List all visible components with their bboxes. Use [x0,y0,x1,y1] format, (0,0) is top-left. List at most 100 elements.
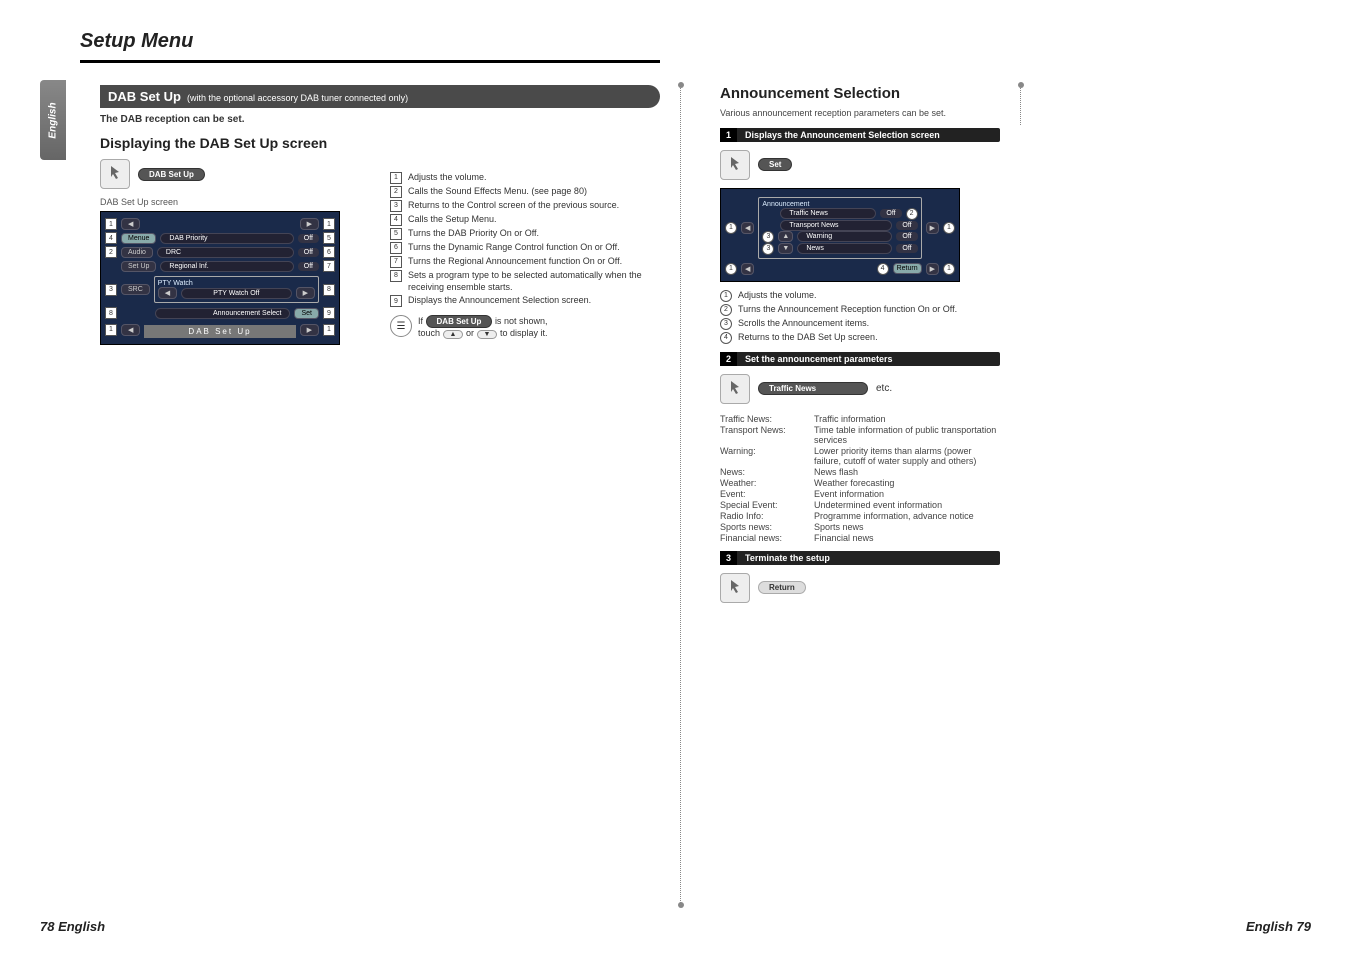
dab-screenshot: 1 ◀ ▶ 1 4 Menue DAB Priority Off 5 2 Aud… [100,211,340,345]
marker-8: 8 [323,284,335,296]
note-marker-8: 8 [390,270,402,282]
ann-row-1-val[interactable]: Off [896,221,917,230]
ann-scroll-up[interactable]: ▲ [778,231,793,242]
cnote-1: Adjusts the volume. [738,290,1000,302]
def-k-9: Financial news: [720,533,810,543]
note-marker-2: 2 [390,186,402,198]
tip-mid: is not shown, [495,316,548,326]
setup-button[interactable]: Set Up [121,261,156,272]
tip-icon: ☰ [390,315,412,337]
step3-tap: Return [720,573,1000,603]
pty-left[interactable]: ◀ [158,287,177,299]
dab-banner-sub: (with the optional accessory DAB tuner c… [187,93,408,103]
ann-row-3[interactable]: News [797,243,892,254]
row-dab-priority[interactable]: DAB Priority [160,233,293,244]
screen-title-band: DAB Set Up [144,325,295,338]
def-v-5: Event information [814,489,1000,499]
row-regional[interactable]: Regional Inf. [160,261,293,272]
row-ann-select: Announcement Select [155,308,290,319]
step3-header: 3 Terminate the setup [720,551,1000,565]
step2-label: Set the announcement parameters [741,352,897,366]
set-pill[interactable]: Set [758,158,792,171]
def-v-1: Time table information of public transpo… [814,425,1000,445]
ann-select-set[interactable]: Set [294,308,319,319]
tip-note: ☰ If DAB Set Up is not shown, touch ▲ or… [390,315,660,339]
note-7: Turns the Regional Announcement function… [408,256,660,268]
def-v-8: Sports news [814,522,1000,532]
circ-3b: 3 [762,243,774,255]
ann-vol-right[interactable]: ▶ [926,222,939,234]
dab-banner: DAB Set Up (with the optional accessory … [100,85,660,108]
dab-tap-instruction: DAB Set Up [100,159,380,189]
audio-button[interactable]: Audio [121,247,153,258]
row-pty[interactable]: PTY Watch Off [181,288,291,299]
marker-5: 5 [323,232,335,244]
ann-row-1[interactable]: Transport News [780,220,892,231]
ann-vol-left[interactable]: ◀ [741,222,754,234]
pty-right[interactable]: ▶ [296,287,315,299]
circ-4: 4 [877,263,889,275]
ann-row-2-val[interactable]: Off [896,232,917,241]
marker-1: 1 [105,218,117,230]
marker-2: 2 [105,246,117,258]
page-left[interactable]: ◀ [121,324,140,336]
return-pill[interactable]: Return [758,581,806,594]
ann-page-left[interactable]: ◀ [741,263,754,275]
def-k-6: Special Event: [720,500,810,510]
step2-tap: Traffic News etc. [720,374,1000,404]
step2-num: 2 [720,352,737,366]
step1-label: Displays the Announcement Selection scre… [741,128,944,142]
ann-row-0-val[interactable]: Off [880,209,901,218]
circ-2: 2 [906,208,918,220]
ann-row-0[interactable]: Traffic News [780,208,876,219]
note-3: Returns to the Control screen of the pre… [408,200,660,212]
src-button[interactable]: SRC [121,284,150,295]
page-right[interactable]: ▶ [300,324,319,336]
circ-1-bot: 1 [725,263,737,275]
def-v-4: Weather forecasting [814,478,1000,488]
ann-page-right[interactable]: ▶ [926,263,939,275]
vol-slider-right[interactable]: ▶ [300,218,319,230]
row-regional-val[interactable]: Off [298,262,319,271]
cnote-2: Turns the Announcement Reception functio… [738,304,1000,316]
ann-return-btn[interactable]: Return [893,263,922,274]
down-arrow-pill[interactable]: ▼ [477,330,498,339]
language-tab-label: English [48,102,59,138]
step1-tap: Set [720,150,1000,180]
touch-icon-2 [720,150,750,180]
dab-screenshot-caption: DAB Set Up screen [100,197,380,207]
dab-intro: The DAB reception can be set. [100,114,380,125]
def-k-7: Radio Info: [720,511,810,521]
note-marker-6: 6 [390,242,402,254]
ann-heading: Announcement Selection [720,85,1000,102]
cnote-marker-1: 1 [720,290,732,302]
vol-slider-left[interactable]: ◀ [121,218,140,230]
up-arrow-pill[interactable]: ▲ [443,330,464,339]
circ-1-top: 1 [725,222,737,234]
note-marker-4: 4 [390,214,402,226]
note-marker-1: 1 [390,172,402,184]
ann-scroll-down[interactable]: ▼ [778,243,793,254]
def-v-2: Lower priority items than alarms (power … [814,446,1000,466]
cnote-4: Returns to the DAB Set Up screen. [738,332,1000,344]
touch-icon [100,159,130,189]
ann-row-2[interactable]: Warning [797,231,892,242]
tip-prefix: If [418,316,423,326]
row-drc-val[interactable]: Off [298,248,319,257]
ann-row-3-val[interactable]: Off [896,244,917,253]
row-drc[interactable]: DRC [157,247,294,258]
def-k-4: Weather: [720,478,810,488]
step1-num: 1 [720,128,737,142]
def-v-9: Financial news [814,533,1000,543]
traffic-news-pill[interactable]: Traffic News [758,382,868,395]
pty-watch-group: PTY Watch [158,280,315,287]
marker-4: 4 [105,232,117,244]
step2-header: 2 Set the announcement parameters [720,352,1000,366]
def-k-0: Traffic News: [720,414,810,424]
menu-button[interactable]: Menue [121,233,156,244]
row-dab-priority-val[interactable]: Off [298,234,319,243]
step2-etc: etc. [876,383,892,394]
dab-setup-pill[interactable]: DAB Set Up [138,168,205,181]
circ-1-bot-r: 1 [943,263,955,275]
marker-1b: 1 [323,218,335,230]
